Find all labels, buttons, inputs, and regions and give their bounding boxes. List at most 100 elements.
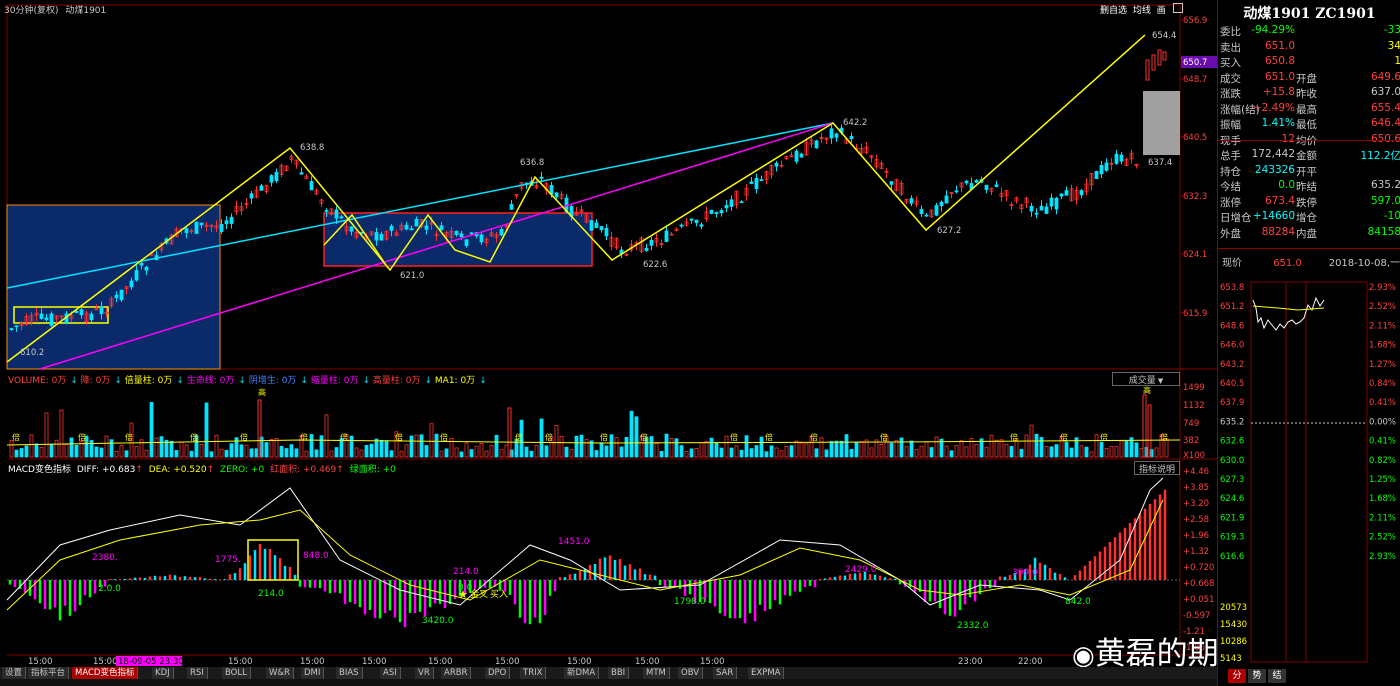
indicator-tab[interactable]: MACD变色指标	[72, 667, 139, 679]
indicator-tab[interactable]: DMI	[301, 667, 325, 679]
volume-bar	[319, 435, 324, 458]
candle-body	[834, 133, 839, 138]
quote-key: 成交	[1220, 72, 1241, 85]
volume-marker-double: 倍	[125, 432, 133, 442]
candle-body	[259, 185, 264, 191]
volume-bar	[239, 444, 244, 458]
time-axis-tick: 15:00	[495, 657, 520, 667]
volume-bar	[689, 448, 694, 458]
candle-body	[39, 313, 44, 319]
indicator-tab[interactable]: RSI	[187, 667, 208, 679]
volume-bar	[649, 436, 654, 458]
toolbar-unwatch[interactable]: 删自选	[1100, 6, 1127, 16]
candle-body	[994, 184, 999, 188]
candle-body	[334, 209, 339, 219]
down-arrow-icon: ↓	[479, 376, 487, 386]
time-axis: 15:00 15:00 18-09-05 23:30 15:00 15:00 15:00 1…	[28, 656, 1043, 667]
volume-bar	[219, 448, 224, 458]
indicator-tab[interactable]: VR	[415, 667, 434, 679]
quote-value: -33	[1383, 24, 1400, 36]
quote-value: 635.2	[1370, 179, 1400, 191]
macd-axis-tick: +0.668	[1183, 579, 1214, 589]
indicator-tab[interactable]: KDJ	[152, 667, 174, 679]
candle-body	[409, 228, 414, 231]
volume-bar	[174, 450, 179, 458]
candle-body	[194, 221, 199, 234]
volume-title-item: 倍量柱: 0万	[124, 376, 173, 386]
volume-bar	[1064, 441, 1069, 458]
time-axis-tick: 18-09-05 23:30	[118, 657, 184, 667]
indicator-tab[interactable]: TRIX	[520, 667, 547, 679]
indicator-tab[interactable]: 设置	[2, 667, 27, 679]
indicator-tab[interactable]: MTM	[643, 667, 670, 679]
quote-value: 651.0	[1264, 39, 1295, 52]
volume-bar	[929, 447, 934, 458]
indicator-tab[interactable]: EXPMA	[748, 667, 785, 679]
quote-key: 最低	[1296, 119, 1317, 131]
indicator-tab[interactable]: ASI	[380, 667, 401, 679]
volume-bar	[819, 437, 824, 458]
volume-bar	[769, 445, 774, 458]
indicator-tab[interactable]: OBV	[678, 667, 704, 679]
volume-bar	[244, 444, 249, 458]
volume-marker-double: 倍	[730, 432, 738, 442]
minichart-left-tick: 619.3	[1220, 533, 1244, 543]
toolbar-window-icon[interactable]	[1172, 3, 1183, 13]
minichart-right-tick: 1.68%	[1369, 494, 1396, 504]
volume-bar	[274, 438, 279, 458]
volume-marker-double: 倍	[765, 432, 773, 442]
time-axis-tick: 22:00	[1018, 657, 1043, 667]
candle-body	[139, 262, 144, 266]
volume-bar	[404, 444, 409, 458]
volume-bar	[1104, 448, 1109, 458]
volume-bar	[744, 435, 749, 458]
quote-value: 12	[1281, 132, 1295, 145]
quote-key: 昨收	[1296, 88, 1317, 100]
macd-axis-tick: +4.46	[1183, 467, 1209, 477]
indicator-tab[interactable]: BOLL	[222, 667, 251, 679]
volume-bar	[309, 434, 314, 458]
toolbar-ma[interactable]: 均线	[1133, 6, 1151, 16]
volume-marker-double: 倍	[395, 432, 403, 442]
quote-key: 卖出	[1220, 41, 1241, 54]
indicator-tab[interactable]: W&R	[266, 667, 294, 679]
volume-bar	[1019, 448, 1024, 458]
chart-canvas[interactable]: 610.2 638.8 621.0 636.8 622.6 642.2 627.…	[0, 0, 1217, 667]
volume-bar	[257, 399, 262, 458]
candle-body	[709, 209, 714, 214]
quote-row: 持仓 243326 开平	[1220, 164, 1400, 179]
volume-bar	[664, 433, 669, 458]
candle-body	[309, 181, 314, 191]
indicator-tab[interactable]: 指标平台	[28, 667, 70, 679]
volume-bar	[459, 451, 464, 458]
volume-bar	[214, 434, 219, 458]
indicator-tab[interactable]: BIAS	[336, 667, 363, 679]
volume-bar	[499, 449, 504, 458]
indicator-tab[interactable]: BBI	[608, 667, 630, 679]
quote-bottom-tab[interactable]: 势	[1248, 669, 1266, 683]
volume-bar	[14, 449, 19, 458]
volume-bar	[694, 448, 699, 458]
macd-help-button[interactable]: 指标说明	[1134, 461, 1180, 475]
candle-body	[1119, 154, 1124, 162]
indicator-tab[interactable]: ARBR	[441, 667, 472, 679]
volume-type-button[interactable]: 成交量 ▼	[1112, 372, 1180, 386]
candle-body	[339, 216, 344, 219]
indicator-tab[interactable]: DPO	[485, 667, 511, 679]
volume-bar	[899, 437, 904, 458]
intraday-minichart[interactable]: 653.8 651.2 648.6 646.0 643.2 640.5 637.9 635.2…	[1218, 270, 1400, 670]
macd-axis-tick: +0.720	[1183, 563, 1214, 573]
volume-bar	[574, 435, 579, 458]
indicator-tab[interactable]: 新DMA	[564, 667, 600, 679]
xianjia-value: 651.0	[1273, 258, 1302, 269]
toolbar-draw[interactable]: 画	[1157, 6, 1166, 16]
quote-bottom-tab[interactable]: 结	[1268, 669, 1286, 683]
candle-body	[44, 317, 49, 321]
indicator-tab[interactable]: SAR	[713, 667, 738, 679]
volume-bar	[119, 445, 124, 458]
quote-bottom-tab[interactable]: 分	[1228, 669, 1246, 683]
volume-bar	[204, 402, 209, 458]
volume-marker-double: 倍	[340, 432, 348, 442]
minichart-left-tick: 621.9	[1220, 513, 1244, 523]
candle-body	[689, 218, 694, 221]
